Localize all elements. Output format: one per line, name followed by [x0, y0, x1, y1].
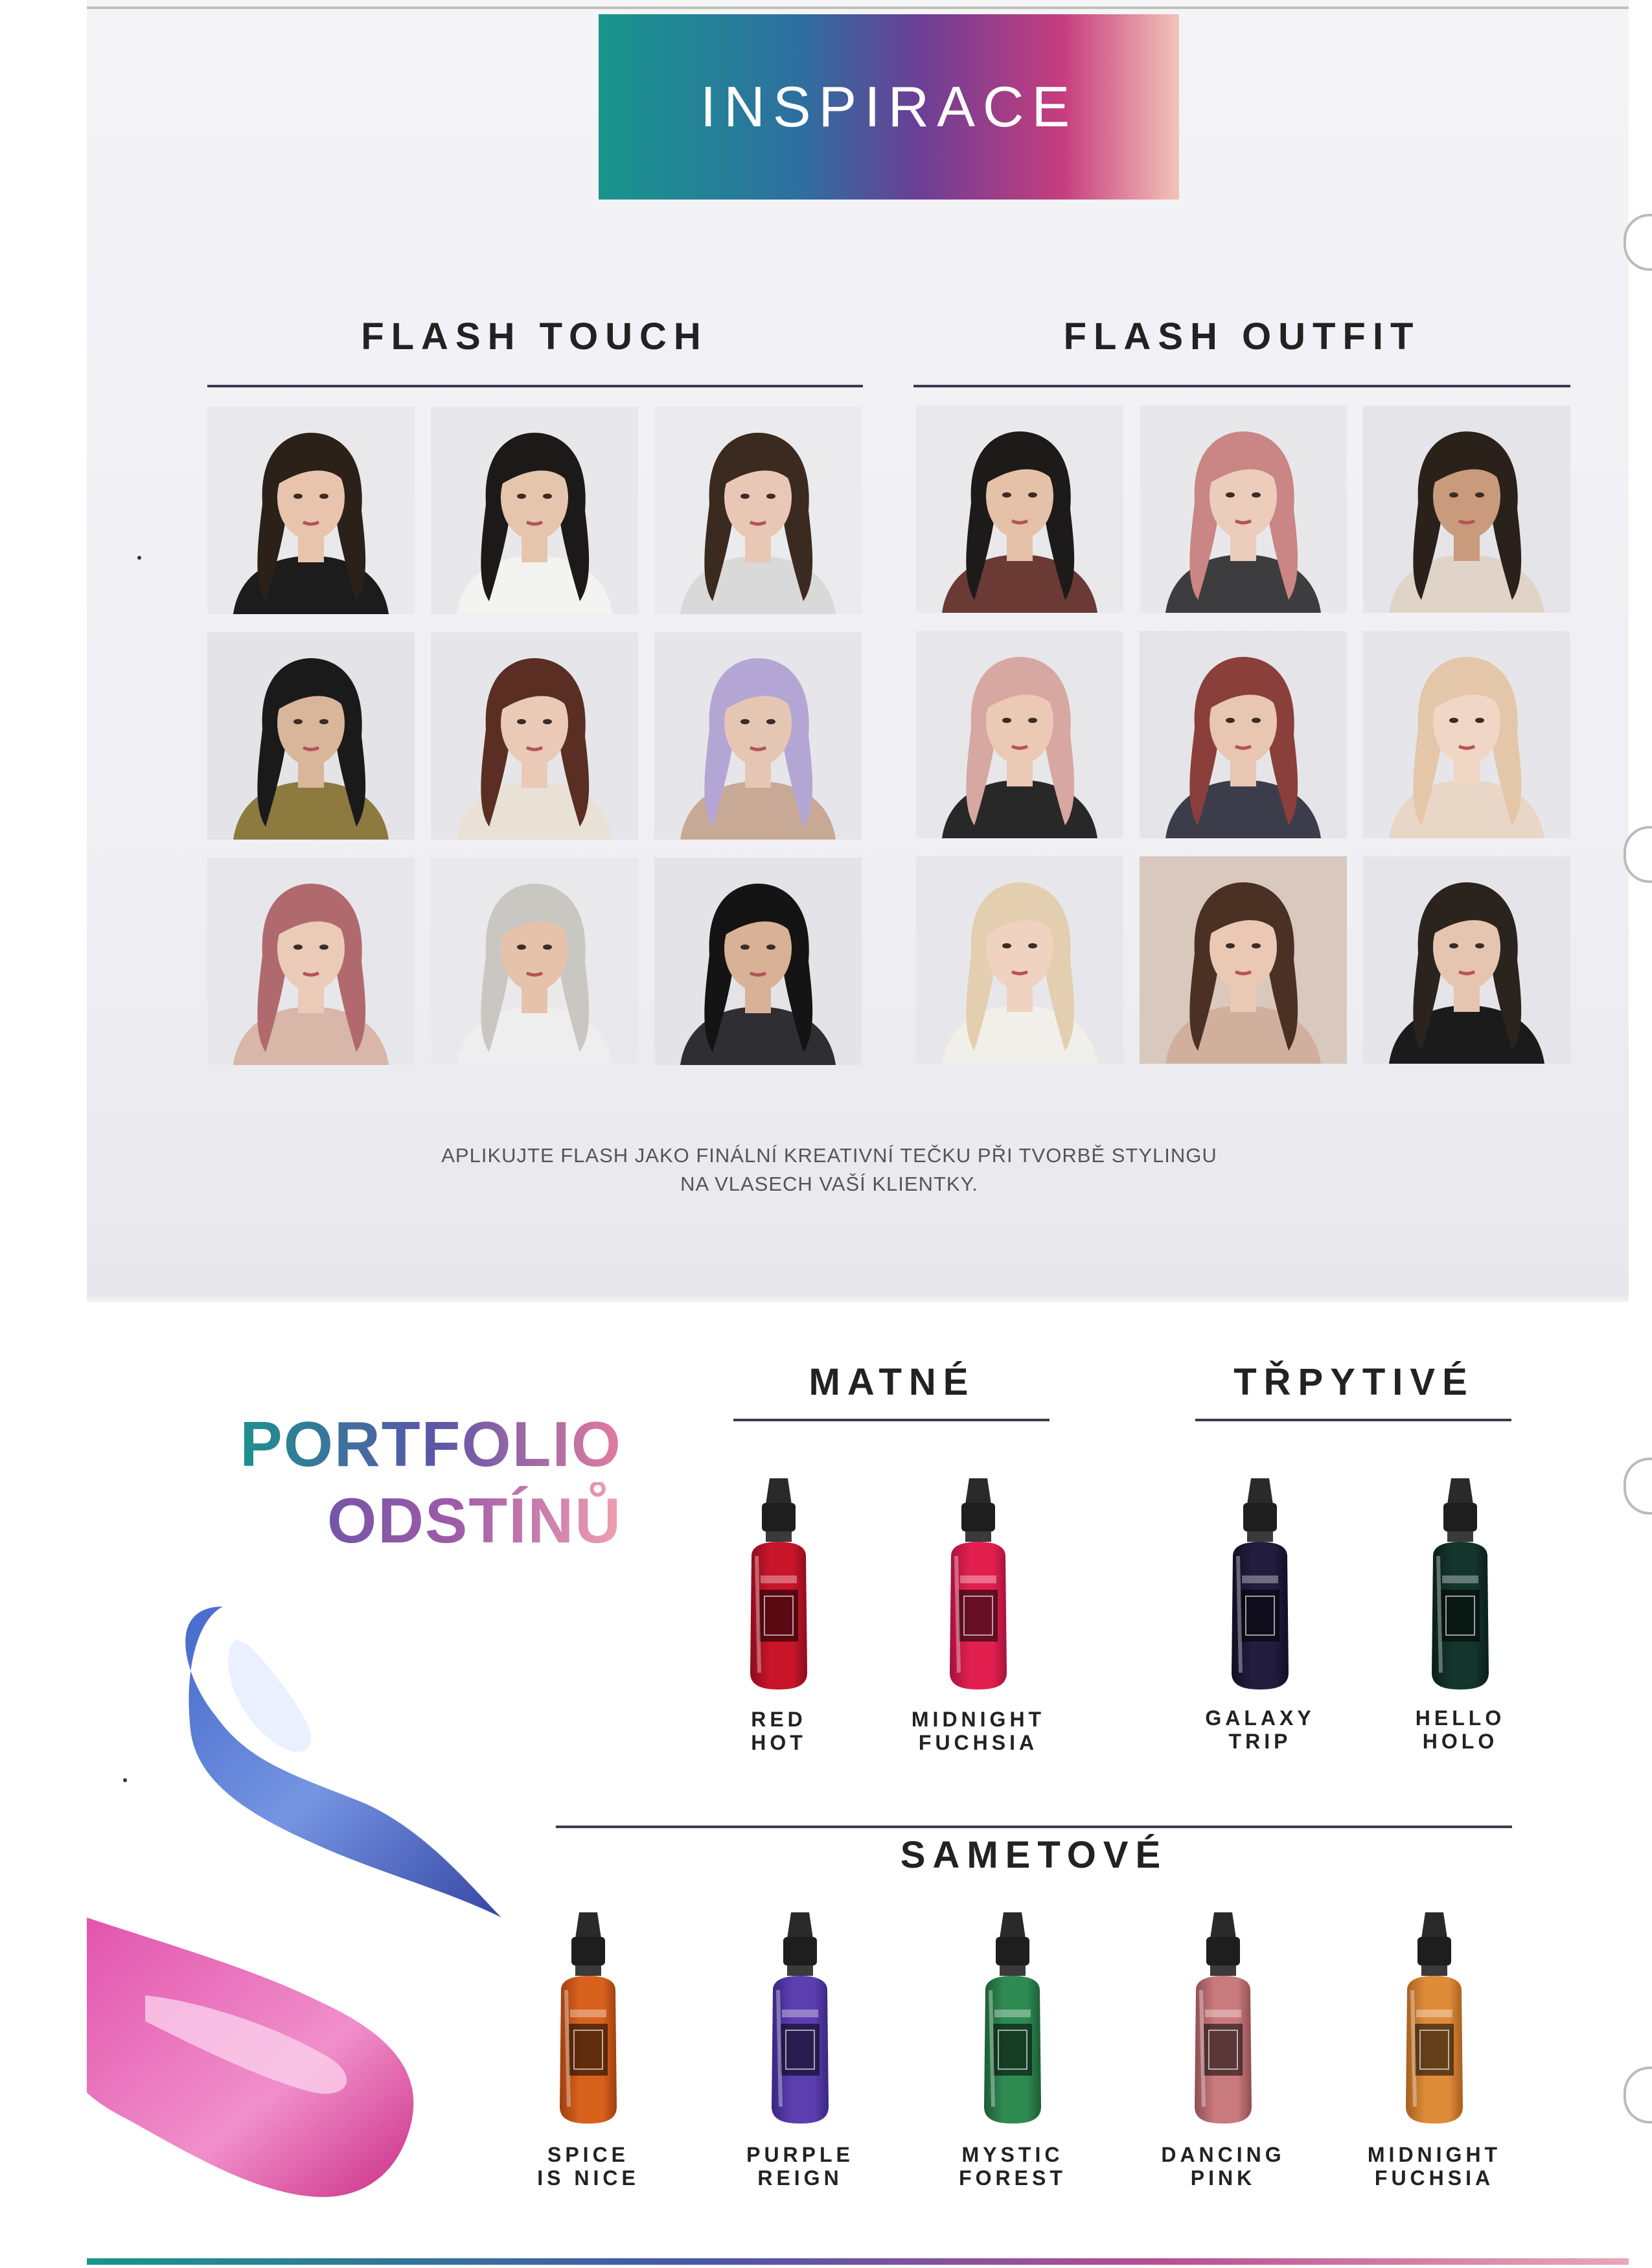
- model-photo: [916, 406, 1123, 613]
- model-photo: [654, 858, 862, 1065]
- product-bottle-velvet-2: [755, 1912, 845, 2126]
- product-name-line-1: MIDNIGHT: [911, 1708, 1046, 1731]
- product-name-line-2: FUCHSIA: [918, 1731, 1038, 1754]
- model-photo: [431, 858, 638, 1065]
- flash-touch-photo-grid: [207, 407, 862, 1065]
- product-name-line-1: GALAXY: [1205, 1706, 1315, 1730]
- banner-title: INSPIRACE: [700, 74, 1078, 139]
- product-name-matte-1: RED HOT: [694, 1708, 863, 1754]
- model-photo: [1140, 406, 1347, 613]
- product-name-matte-2: MIDNIGHT FUCHSIA: [894, 1708, 1062, 1754]
- glitter-rule: [1195, 1419, 1511, 1421]
- product-name-line-1: HELLO: [1415, 1706, 1506, 1730]
- model-photo: [431, 407, 638, 614]
- product-name-velvet-3: MYSTIC FOREST: [928, 2143, 1097, 2190]
- model-photo: [916, 631, 1123, 838]
- product-name-glitter-2: HELLO HOLO: [1376, 1706, 1544, 1753]
- product-name-line-1: PURPLE: [746, 2143, 854, 2166]
- model-photo: [916, 856, 1123, 1064]
- product-name-line-2: PINK: [1190, 2166, 1256, 2190]
- inspiration-caption: APLIKUJTE FLASH JAKO FINÁLNÍ KREATIVNÍ T…: [324, 1141, 1335, 1198]
- model-photo: [207, 858, 415, 1065]
- model-photo: [1363, 406, 1570, 613]
- paint-swatch-illustration: [87, 1607, 501, 2197]
- product-name-line-1: MYSTIC: [961, 2143, 1064, 2166]
- model-photo-illustration: [916, 406, 1123, 613]
- product-bottle-velvet-3: [967, 1912, 1058, 2126]
- product-bottle-matte-2: [933, 1478, 1024, 1692]
- model-photo-illustration: [916, 631, 1123, 838]
- product-name-velvet-5: MIDNIGHT FUCHSIA: [1350, 2143, 1519, 2190]
- flash-outfit-photo-grid: [916, 406, 1570, 1064]
- product-name-line-2: HOT: [751, 1731, 807, 1754]
- model-photo-illustration: [1363, 406, 1570, 613]
- model-photo-illustration: [1363, 631, 1570, 838]
- model-photo-illustration: [654, 858, 862, 1065]
- model-photo-illustration: [1140, 856, 1347, 1064]
- model-photo-illustration: [1140, 631, 1347, 838]
- catalog-page: INSPIRACE FLASH TOUCH FLASH OUTFIT APLIK…: [0, 0, 1652, 2268]
- model-photo-illustration: [207, 632, 415, 840]
- model-photo: [431, 632, 638, 840]
- flash-outfit-title: FLASH OUTFIT: [1063, 315, 1421, 358]
- caption-line-2: NA VLASECH VAŠÍ KLIENTKY.: [680, 1173, 978, 1195]
- product-bottle-glitter-1: [1215, 1478, 1305, 1692]
- product-name-line-1: SPICE: [547, 2143, 630, 2166]
- model-photo-illustration: [431, 632, 638, 840]
- product-name-line-1: RED: [751, 1708, 807, 1731]
- model-photo: [1140, 631, 1347, 838]
- model-photo: [1140, 856, 1347, 1064]
- model-photo-illustration: [207, 858, 415, 1065]
- top-edge-line: [87, 6, 1629, 9]
- model-photo-illustration: [654, 407, 862, 614]
- caption-line-1: APLIKUJTE FLASH JAKO FINÁLNÍ KREATIVNÍ T…: [441, 1144, 1217, 1167]
- product-name-glitter-1: GALAXY TRIP: [1176, 1706, 1344, 1753]
- portfolio-title-line-1: PORTFOLIO: [207, 1406, 622, 1482]
- flash-touch-title: FLASH TOUCH: [361, 315, 708, 358]
- product-name-velvet-4: DANCING PINK: [1139, 2143, 1307, 2190]
- velvet-rule: [556, 1826, 1512, 1828]
- model-photo: [654, 407, 862, 614]
- product-name-line-2: REIGN: [757, 2166, 843, 2190]
- model-photo: [1363, 631, 1570, 838]
- product-name-line-2: FOREST: [959, 2166, 1066, 2190]
- model-photo-illustration: [1363, 856, 1570, 1064]
- glitter-title: TŘPYTIVÉ: [1233, 1361, 1474, 1403]
- bottom-gradient-bar: [87, 2258, 1629, 2265]
- inspirace-banner: INSPIRACE: [599, 14, 1179, 200]
- matte-rule: [733, 1419, 1050, 1421]
- product-name-line-1: MIDNIGHT: [1367, 2143, 1502, 2166]
- scan-speck: [137, 556, 141, 560]
- product-name-velvet-1: SPICE IS NICE: [504, 2143, 672, 2190]
- model-photo-illustration: [654, 632, 862, 840]
- model-photo-illustration: [916, 856, 1123, 1064]
- product-bottle-matte-1: [733, 1478, 824, 1692]
- portfolio-title-line-2: ODSTÍNŮ: [207, 1482, 622, 1559]
- flash-touch-rule: [207, 385, 863, 387]
- flash-outfit-rule: [913, 385, 1570, 387]
- matte-title: MATNÉ: [809, 1361, 976, 1403]
- product-name-line-2: IS NICE: [537, 2166, 639, 2190]
- product-bottle-velvet-5: [1389, 1912, 1480, 2126]
- blue-paint-highlight: [228, 1639, 312, 1752]
- product-name-line-2: FUCHSIA: [1374, 2166, 1495, 2190]
- product-name-line-2: TRIP: [1228, 1730, 1292, 1753]
- product-name-line-2: HOLO: [1422, 1730, 1498, 1753]
- product-name-velvet-2: PURPLE REIGN: [716, 2143, 884, 2190]
- velvet-title: SAMETOVÉ: [900, 1834, 1168, 1876]
- model-photo-illustration: [431, 407, 638, 614]
- model-photo: [207, 632, 415, 840]
- product-name-line-1: DANCING: [1161, 2143, 1285, 2166]
- product-bottle-glitter-2: [1415, 1478, 1506, 1692]
- product-bottle-velvet-1: [543, 1912, 634, 2126]
- model-photo-illustration: [431, 858, 638, 1065]
- model-photo: [654, 632, 862, 840]
- model-photo-illustration: [207, 407, 415, 614]
- portfolio-title: PORTFOLIO ODSTÍNŮ: [207, 1406, 622, 1559]
- model-photo: [1363, 856, 1570, 1064]
- model-photo-illustration: [1140, 406, 1347, 613]
- model-photo: [207, 407, 415, 614]
- product-bottle-velvet-4: [1178, 1912, 1268, 2126]
